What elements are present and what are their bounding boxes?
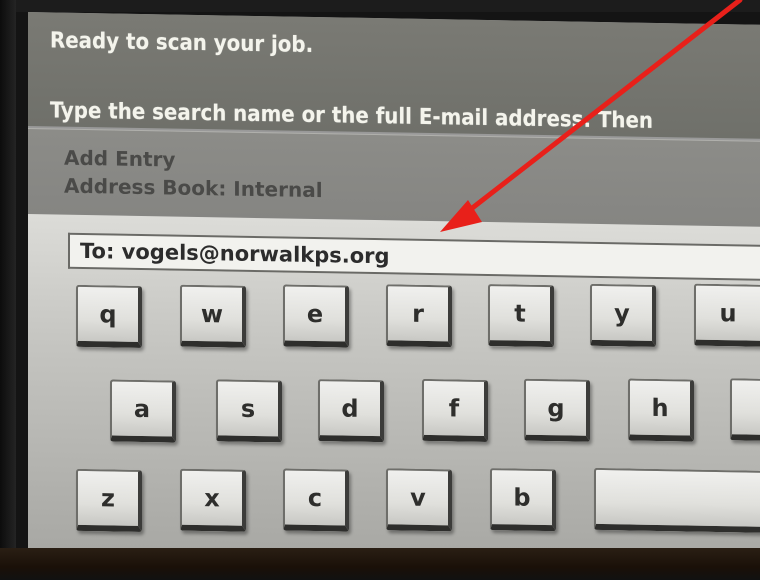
- arrow-shaft: [459, 0, 743, 219]
- red-arrow-annotation: [440, 0, 743, 232]
